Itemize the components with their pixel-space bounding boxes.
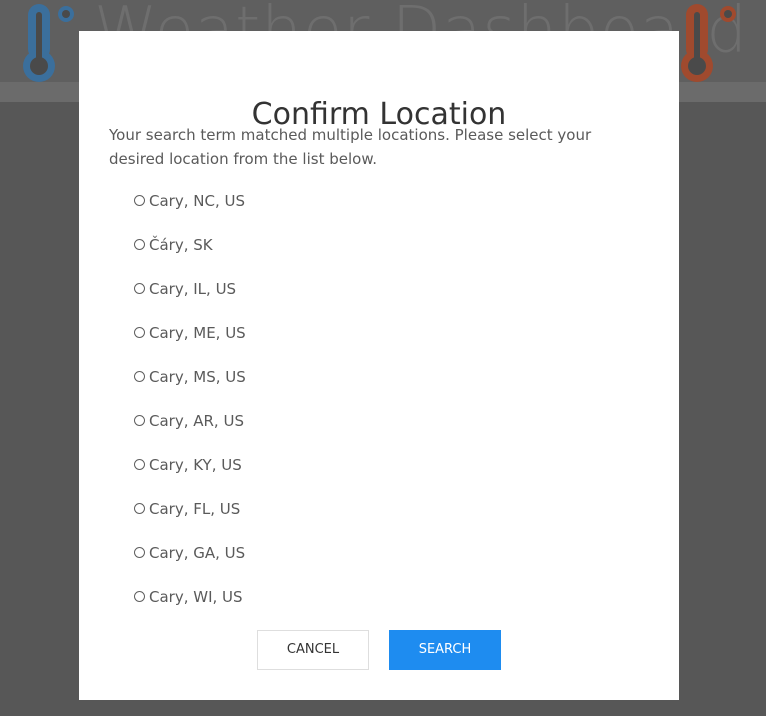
location-option[interactable]: Cary, GA, US	[134, 543, 534, 587]
radio-button[interactable]	[134, 371, 145, 382]
radio-button[interactable]	[134, 415, 145, 426]
location-option[interactable]: Cary, WI, US	[134, 587, 534, 631]
radio-button[interactable]	[134, 591, 145, 602]
confirm-location-modal: Confirm Location Your search term matche…	[79, 31, 679, 700]
location-option-label: Cary, AR, US	[149, 412, 244, 430]
radio-button[interactable]	[134, 283, 145, 294]
location-option-label: Cary, ME, US	[149, 324, 246, 342]
location-option-label: Cary, WI, US	[149, 588, 243, 606]
radio-button[interactable]	[134, 503, 145, 514]
modal-message: Your search term matched multiple locati…	[109, 126, 592, 168]
location-option[interactable]: Čáry, SK	[134, 235, 534, 279]
location-option[interactable]: Cary, ME, US	[134, 323, 534, 367]
radio-button[interactable]	[134, 195, 145, 206]
location-option-label: Čáry, SK	[149, 236, 213, 254]
location-option[interactable]: Cary, NC, US	[134, 191, 534, 235]
location-option[interactable]: Cary, KY, US	[134, 455, 534, 499]
radio-button[interactable]	[134, 327, 145, 338]
location-option-label: Cary, IL, US	[149, 280, 237, 298]
radio-button[interactable]	[134, 459, 145, 470]
location-option[interactable]: Cary, MS, US	[134, 367, 534, 411]
location-option-label: Cary, GA, US	[149, 544, 246, 562]
thermometer-icon-left	[23, 4, 74, 82]
location-option-label: Cary, FL, US	[149, 500, 241, 518]
location-option-label: Cary, KY, US	[149, 456, 242, 474]
location-options-list: Cary, NC, US Čáry, SK Cary, IL, US Cary,…	[134, 191, 534, 631]
location-option-label: Cary, NC, US	[149, 192, 245, 210]
cancel-button[interactable]: CANCEL	[257, 630, 369, 670]
location-option[interactable]: Cary, IL, US	[134, 279, 534, 323]
location-option-label: Cary, MS, US	[149, 368, 246, 386]
location-option[interactable]: Cary, FL, US	[134, 499, 534, 543]
radio-button[interactable]	[134, 239, 145, 250]
location-option[interactable]: Cary, AR, US	[134, 411, 534, 455]
search-button[interactable]: SEARCH	[389, 630, 501, 670]
radio-button[interactable]	[134, 547, 145, 558]
thermometer-icon-right	[681, 4, 736, 82]
